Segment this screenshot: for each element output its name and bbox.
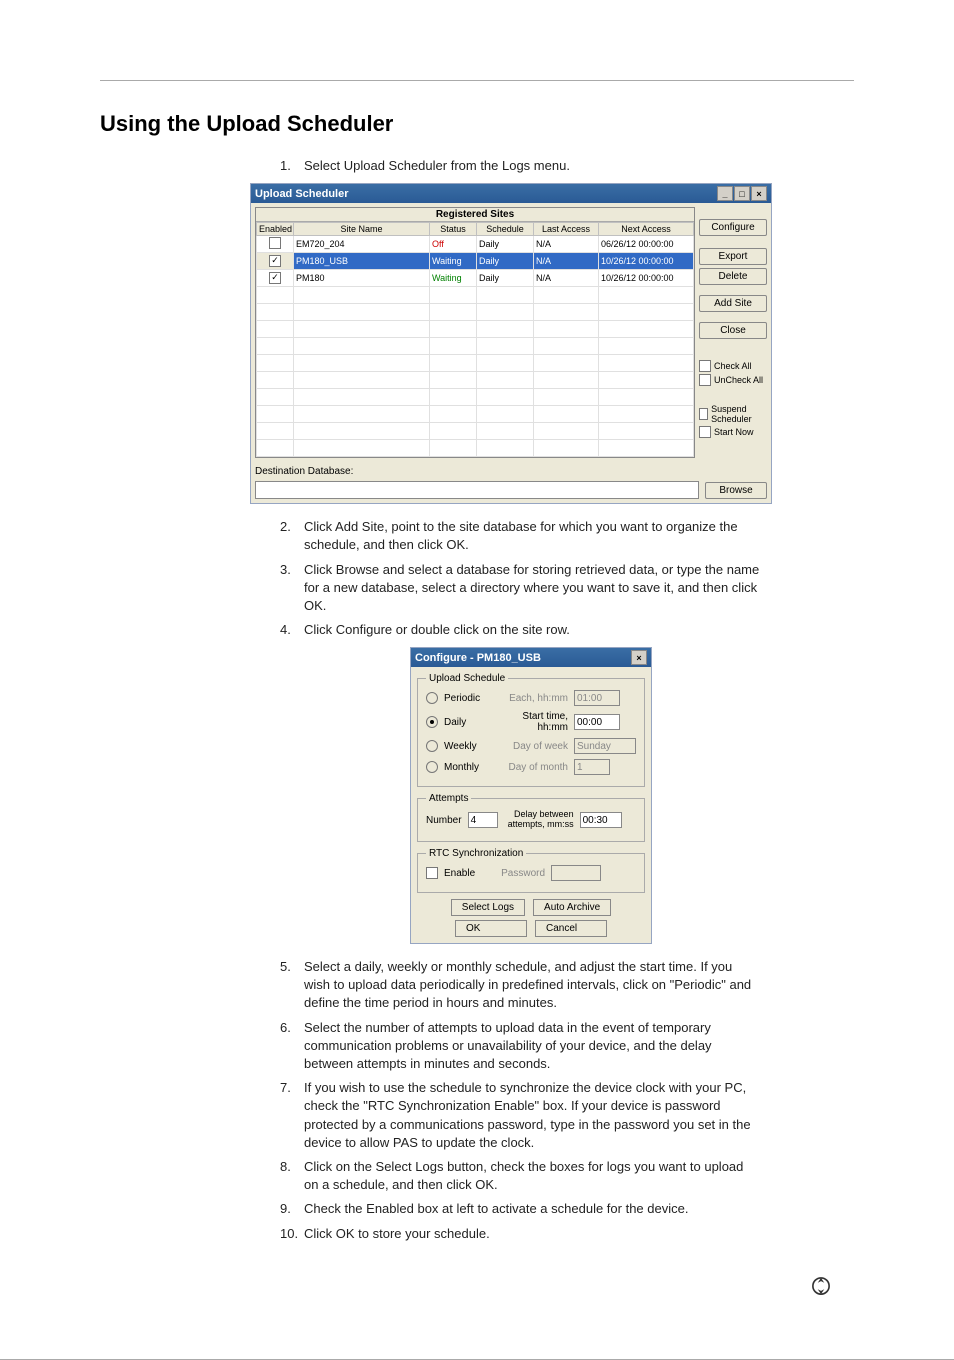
step-2: Click Add Site, point to the site databa… — [304, 518, 760, 554]
window-title: Upload Scheduler — [255, 188, 349, 200]
grid-title: Registered Sites — [256, 208, 694, 222]
attempts-number[interactable]: 4 — [468, 812, 498, 828]
table-row[interactable]: EM720_204 Off Daily N/A 06/26/12 00:00:0… — [257, 236, 694, 253]
rtc-group: RTC Synchronization Enable Password — [417, 848, 645, 893]
logo-icon — [100, 1273, 854, 1299]
weekly-radio[interactable] — [426, 740, 438, 752]
step-5: Select a daily, weekly or monthly schedu… — [304, 958, 760, 1013]
browse-button[interactable]: Browse — [705, 482, 767, 499]
step-1: Select Upload Scheduler from the Logs me… — [304, 157, 760, 175]
select-logs-button[interactable]: Select Logs — [451, 899, 525, 916]
col-last: Last Access — [534, 223, 599, 236]
page-title: Using the Upload Scheduler — [100, 111, 854, 137]
step-10: Click OK to store your schedule. — [304, 1225, 760, 1243]
col-next: Next Access — [599, 223, 694, 236]
configure-dialog: Configure - PM180_USB × Upload Schedule … — [410, 647, 652, 944]
col-enabled: Enabled — [257, 223, 294, 236]
col-status: Status — [430, 223, 477, 236]
cancel-button[interactable]: Cancel — [535, 920, 607, 937]
configure-button[interactable]: Configure — [699, 219, 767, 236]
upload-scheduler-window: Upload Scheduler _ □ × Registered Sites … — [250, 183, 772, 504]
delete-button[interactable]: Delete — [699, 268, 767, 285]
destination-input[interactable] — [255, 481, 699, 499]
step-6: Select the number of attempts to upload … — [304, 1019, 760, 1074]
table-row[interactable]: PM180 Waiting Daily N/A 10/26/12 00:00:0… — [257, 270, 694, 287]
upload-schedule-group: Upload Schedule Periodic Each, hh:mm 01:… — [417, 673, 645, 787]
step-9: Check the Enabled box at left to activat… — [304, 1200, 760, 1218]
enable-checkbox[interactable] — [269, 272, 281, 284]
maximize-icon[interactable]: □ — [734, 186, 750, 201]
dialog-title: Configure - PM180_USB — [415, 652, 541, 664]
destination-label: Destination Database: — [255, 466, 353, 477]
auto-archive-button[interactable]: Auto Archive — [533, 899, 611, 916]
ok-button[interactable]: OK — [455, 920, 527, 937]
close-icon[interactable]: × — [631, 650, 647, 665]
monthly-radio[interactable] — [426, 761, 438, 773]
step-3: Click Browse and select a database for s… — [304, 561, 760, 616]
step-8: Click on the Select Logs button, check t… — [304, 1158, 760, 1194]
enable-checkbox[interactable] — [269, 255, 281, 267]
weekly-value: Sunday — [574, 738, 636, 754]
attempts-group: Attempts Number 4 Delay between attempts… — [417, 793, 645, 842]
rtc-password — [551, 865, 601, 881]
titlebar: Configure - PM180_USB × — [411, 648, 651, 667]
sites-grid: Registered Sites Enabled Site Name Statu… — [255, 207, 695, 458]
daily-radio[interactable] — [426, 716, 438, 728]
periodic-radio[interactable] — [426, 692, 438, 704]
col-site: Site Name — [294, 223, 430, 236]
col-schedule: Schedule — [477, 223, 534, 236]
export-button[interactable]: Export — [699, 248, 767, 265]
daily-value[interactable]: 00:00 — [574, 714, 620, 730]
close-icon[interactable]: × — [751, 186, 767, 201]
close-button[interactable]: Close — [699, 322, 767, 339]
check-all-checkbox[interactable]: Check All — [699, 360, 767, 372]
add-site-button[interactable]: Add Site — [699, 295, 767, 312]
uncheck-all-checkbox[interactable]: UnCheck All — [699, 374, 767, 386]
monthly-value: 1 — [574, 759, 610, 775]
titlebar: Upload Scheduler _ □ × — [251, 184, 771, 203]
suspend-checkbox[interactable]: Suspend Scheduler — [699, 404, 767, 424]
attempts-delay[interactable]: 00:30 — [580, 812, 622, 828]
minimize-icon[interactable]: _ — [717, 186, 733, 201]
periodic-value: 01:00 — [574, 690, 620, 706]
table-row[interactable]: PM180_USB Waiting Daily N/A 10/26/12 00:… — [257, 253, 694, 270]
rtc-enable-checkbox[interactable] — [426, 867, 438, 879]
step-4: Click Configure or double click on the s… — [304, 621, 760, 639]
step-7: If you wish to use the schedule to synch… — [304, 1079, 760, 1152]
enable-checkbox[interactable] — [269, 237, 281, 249]
start-now-checkbox[interactable]: Start Now — [699, 426, 767, 438]
